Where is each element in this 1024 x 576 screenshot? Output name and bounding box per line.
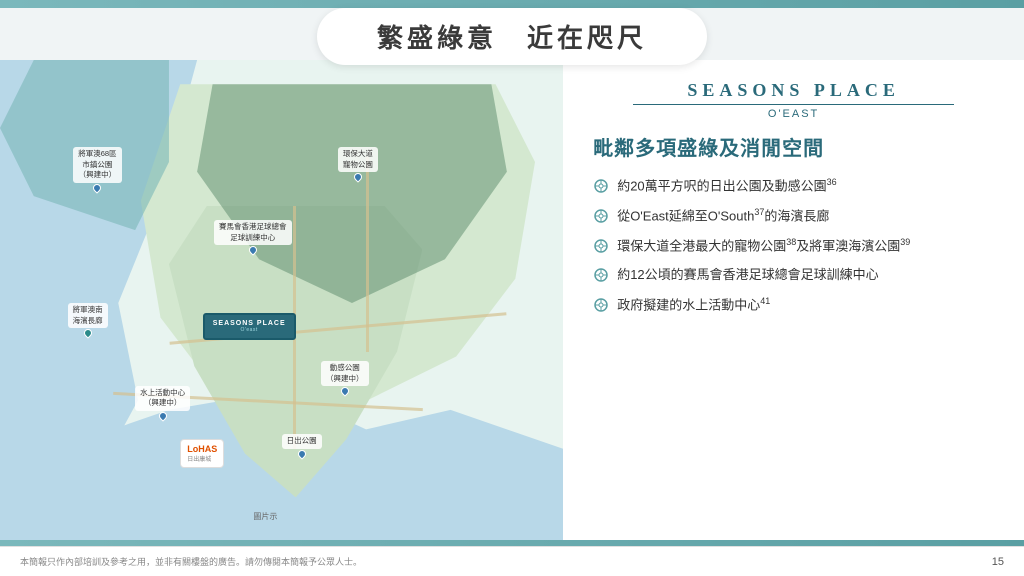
seasons-place-map-box: SEASONS PLACE O'east xyxy=(203,313,296,340)
map-area: SEASONS PLACE O'east 環保大道寵物公園 將軍澳68區市鎮公園… xyxy=(0,60,563,546)
feature-item-2: 從O'East延綿至O'South37的海濱長廊 xyxy=(593,206,994,226)
road-vertical-2 xyxy=(366,157,369,351)
feature-text-4: 約12公頃的賽馬會香港足球總會足球訓練中心 xyxy=(617,265,878,285)
main-content: SEASONS PLACE O'east 環保大道寵物公園 將軍澳68區市鎮公園… xyxy=(0,60,1024,546)
map-pin-7: 日出公園 xyxy=(282,434,322,458)
feature-icon-3 xyxy=(593,238,609,254)
brand-name: SEASONS PLACE xyxy=(687,80,900,101)
right-info-area: SEASONS PLACE O'EAST 毗鄰多項盛綠及消閒空間 xyxy=(563,60,1024,546)
bottom-bar: 本簡報只作內部培訓及參考之用，並非有關樓盤的廣告。請勿傳閱本簡報予公眾人士。 1… xyxy=(0,546,1024,576)
map-pin-1: 環保大道寵物公園 xyxy=(338,147,378,181)
feature-icon-1 xyxy=(593,178,609,194)
brand-sub: O'EAST xyxy=(768,108,819,120)
brand-area: SEASONS PLACE O'EAST xyxy=(593,80,994,120)
feature-item-5: 政府擬建的水上活動中心41 xyxy=(593,295,994,315)
feature-text-1: 約20萬平方呎的日出公園及動感公園36 xyxy=(617,176,836,196)
feature-item-1: 約20萬平方呎的日出公園及動感公園36 xyxy=(593,176,994,196)
map-pin-5: 水上活動中心（興建中） xyxy=(135,386,190,420)
header-top-bar xyxy=(0,0,1024,8)
section-title: 毗鄰多項盛綠及消閒空間 xyxy=(593,132,994,161)
map-pin-4: 將軍澳南海濱長廊 xyxy=(68,303,108,337)
title-area: 繁盛綠意 近在咫尺 xyxy=(317,8,707,65)
seasons-box-sub: O'east xyxy=(213,327,286,333)
feature-text-5: 政府擬建的水上活動中心41 xyxy=(617,295,770,315)
feature-list: 約20萬平方呎的日出公園及動感公園36 從O'East延綿至O'South37 xyxy=(593,176,994,315)
feature-item-3: 環保大道全港最大的寵物公園38及將軍澳海濱公園39 xyxy=(593,236,994,256)
map-pin-3: 賽馬會香港足球總會足球訓練中心 xyxy=(214,220,292,254)
feature-icon-5 xyxy=(593,297,609,313)
feature-icon-2 xyxy=(593,208,609,224)
page-title: 繁盛綠意 近在咫尺 xyxy=(377,18,647,55)
map-pin-2: 將軍澳68區市鎮公園（興建中） xyxy=(73,147,121,192)
page-number: 15 xyxy=(992,556,1004,568)
feature-item-4: 約12公頃的賽馬會香港足球總會足球訓練中心 xyxy=(593,265,994,285)
lohas-logo-area: LoHAS 日出康城 xyxy=(180,439,224,468)
map-background: SEASONS PLACE O'east 環保大道寵物公園 將軍澳68區市鎮公園… xyxy=(0,60,563,546)
feature-text-2: 從O'East延綿至O'South37的海濱長廊 xyxy=(617,206,829,226)
feature-text-3: 環保大道全港最大的寵物公園38及將軍澳海濱公園39 xyxy=(617,236,910,256)
disclaimer-text: 本簡報只作內部培訓及參考之用，並非有關樓盤的廣告。請勿傳閱本簡報予公眾人士。 xyxy=(20,555,992,568)
map-caption: 圖片示 xyxy=(253,511,277,522)
seasons-box-title: SEASONS PLACE xyxy=(213,320,286,327)
feature-icon-4 xyxy=(593,267,609,283)
brand-divider xyxy=(633,104,954,105)
map-pin-6: 動感公園（興建中） xyxy=(321,361,369,395)
